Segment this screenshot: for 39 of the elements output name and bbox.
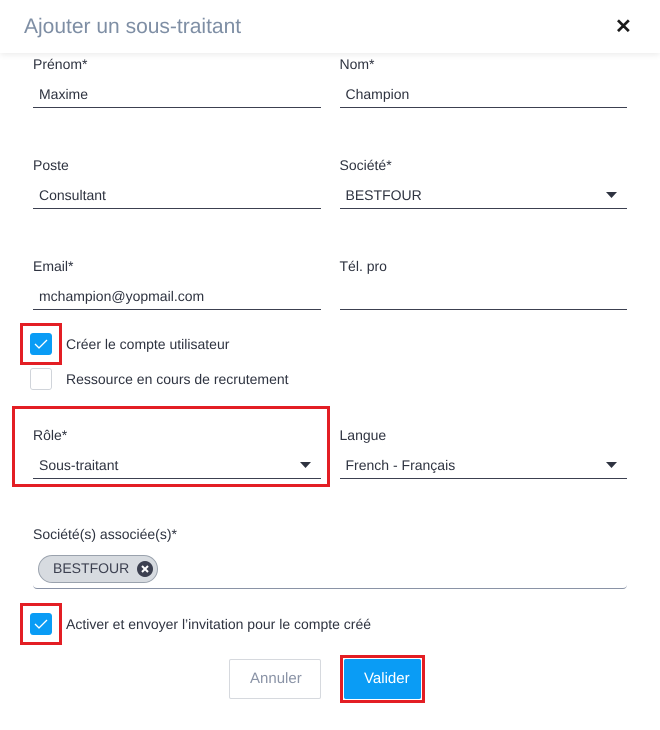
caret-icon	[300, 462, 310, 468]
checkbox-label: Activer et envoyer l’invitation pour le compte créé	[66, 614, 372, 634]
dialog-title: Ajouter un sous-traitant	[24, 14, 242, 40]
select-field[interactable]: French - Français	[340, 452, 627, 479]
field-label: Société*	[340, 156, 393, 174]
field-label: Rôle*	[33, 426, 68, 444]
checkbox-label: Créer le compte utilisateur	[66, 334, 230, 354]
field-label: Société(s) associée(s)*	[33, 525, 178, 543]
checkbox-label: Ressource en cours de recrutement	[66, 370, 289, 388]
checkbox[interactable]	[30, 613, 52, 635]
field-value: Champion	[346, 84, 410, 104]
field-value: Maxime	[39, 84, 88, 104]
input-field[interactable]: mchampion@yopmail.com	[33, 283, 320, 310]
company-chip[interactable]: BESTFOUR	[38, 554, 158, 582]
caret-icon	[606, 192, 617, 198]
field-value: Sous-traitant	[39, 456, 118, 474]
field-value: French - Français	[346, 456, 456, 475]
checkbox[interactable]	[30, 333, 52, 355]
remove-icon[interactable]	[137, 560, 154, 576]
caret-icon	[606, 462, 617, 468]
field-label: Langue	[340, 426, 388, 444]
close-button[interactable]: ✕	[615, 12, 632, 42]
check-icon	[34, 339, 48, 349]
select-field[interactable]: BESTFOUR	[340, 182, 627, 209]
field-value: Consultant	[39, 186, 106, 204]
check-icon	[34, 619, 48, 629]
input-field[interactable]: Maxime	[33, 81, 320, 108]
tags-field[interactable]: BESTFOUR	[33, 549, 627, 589]
checkbox[interactable]	[30, 368, 52, 390]
field-label: Email*	[33, 257, 74, 275]
field-label: Prénom*	[33, 55, 88, 73]
field-label: Nom*	[340, 55, 376, 73]
field-value: BESTFOUR	[346, 186, 422, 204]
input-field[interactable]: Consultant	[33, 182, 320, 209]
field-label: Tél. pro	[340, 257, 388, 275]
field-value: mchampion@yopmail.com	[39, 286, 204, 306]
field-label: Poste	[33, 156, 70, 174]
input-field[interactable]: Champion	[340, 81, 627, 108]
select-field[interactable]: Sous-traitant	[33, 452, 320, 479]
